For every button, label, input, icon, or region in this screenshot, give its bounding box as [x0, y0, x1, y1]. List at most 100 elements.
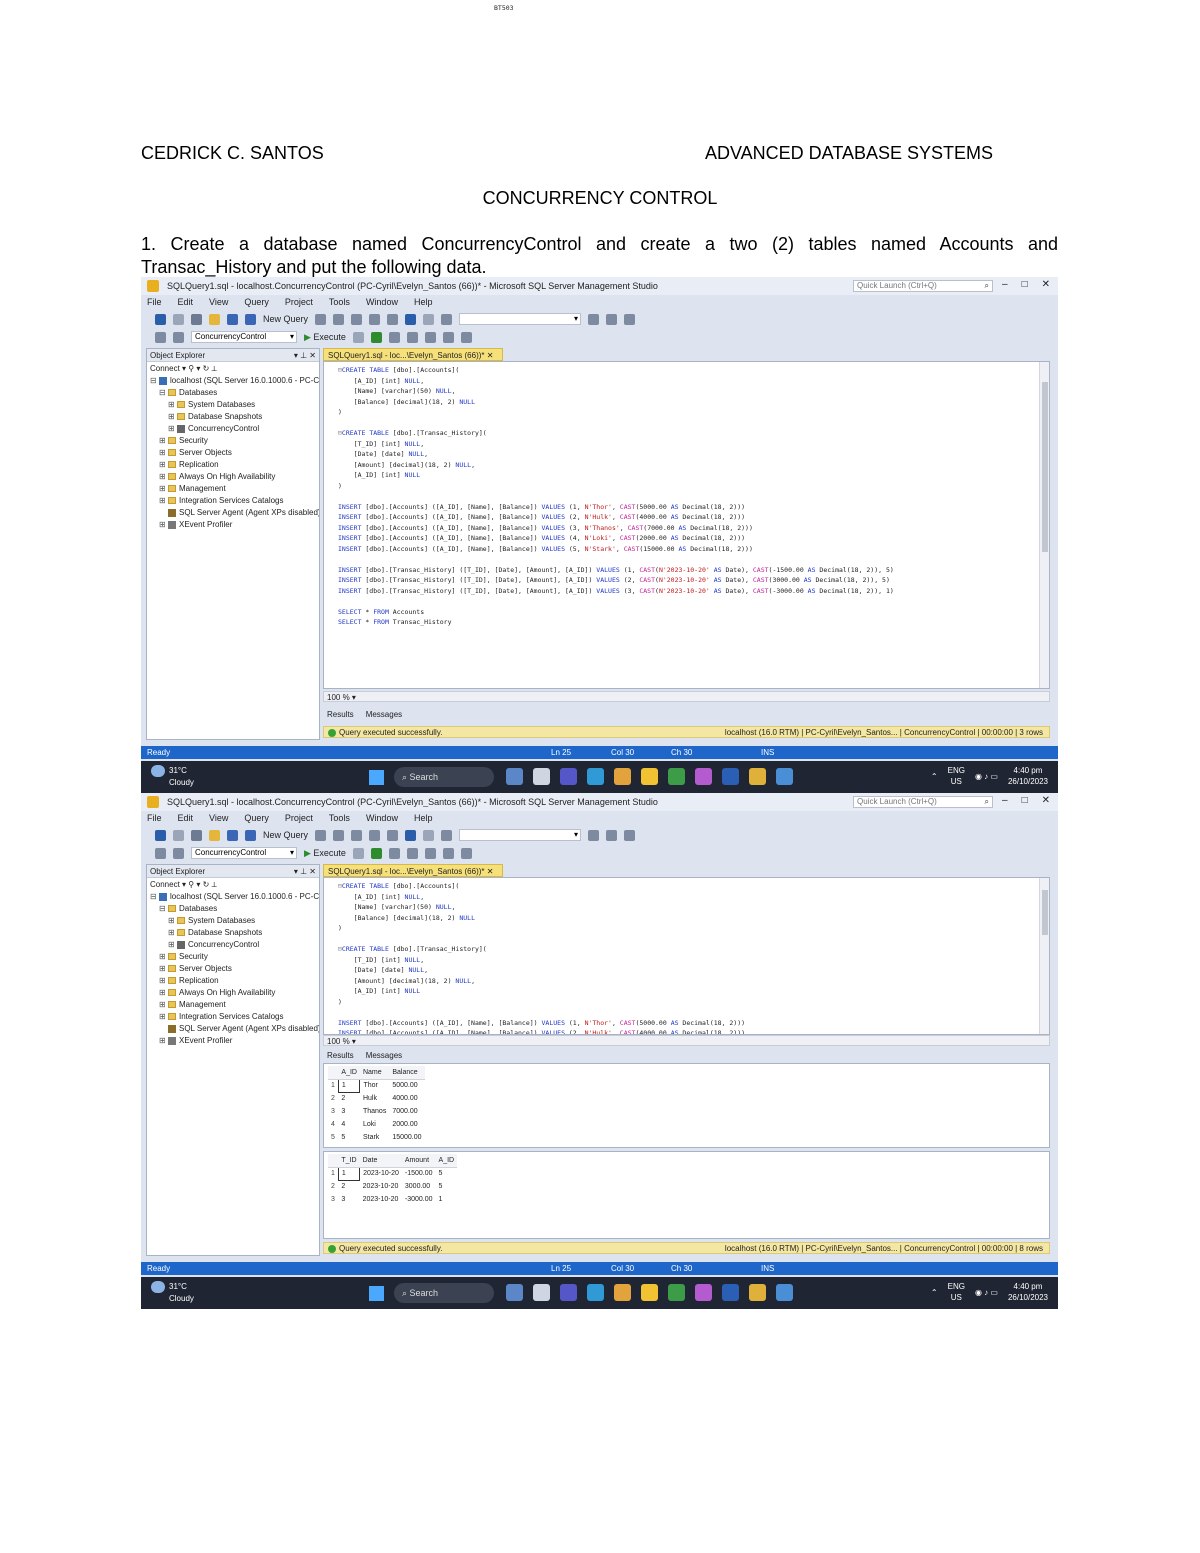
column-header[interactable]: Balance — [389, 1066, 425, 1080]
query-editor-tab[interactable]: SQLQuery1.sql - loc...\Evelyn_Santos (66… — [323, 864, 503, 877]
indent-icon[interactable] — [460, 847, 472, 859]
zoom-level[interactable]: 100 % ▾ — [323, 691, 1050, 702]
results-to-grid-icon[interactable] — [406, 331, 418, 343]
menu-project[interactable]: Project — [285, 297, 313, 307]
properties-icon[interactable] — [588, 829, 600, 841]
solution-config-select[interactable] — [459, 829, 582, 841]
save-all-icon[interactable] — [245, 313, 256, 325]
save-all-icon[interactable] — [245, 829, 256, 841]
table-row[interactable]: 2 2 Hulk 4000.00 — [328, 1092, 425, 1105]
menu-view[interactable]: View — [209, 297, 228, 307]
tree-node-server-objects[interactable]: ⊞ Server Objects — [150, 447, 319, 459]
table-row[interactable]: 5 5 Stark 15000.00 — [328, 1131, 425, 1144]
column-header[interactable]: Amount — [401, 1154, 436, 1168]
tree-node-integration-services[interactable]: ⊞ Integration Services Catalogs — [150, 495, 319, 507]
column-header[interactable]: T_ID — [338, 1154, 360, 1168]
tree-node-xevent-profiler[interactable]: ⊞ XEvent Profiler — [150, 519, 319, 531]
vs-icon[interactable] — [695, 768, 712, 785]
messages-tab[interactable]: Messages — [366, 710, 402, 719]
tree-node-sql-agent[interactable]: SQL Server Agent (Agent XPs disabled) — [150, 1023, 319, 1035]
close-button[interactable]: ✕ — [1042, 279, 1050, 290]
widgets-icon[interactable] — [533, 768, 550, 785]
cancel-query-icon[interactable] — [352, 847, 364, 859]
wifi-icon[interactable]: ◉ ♪ ▭ — [975, 772, 998, 781]
taskbar-search[interactable]: ⌕ Search — [394, 1283, 494, 1303]
save-icon[interactable] — [227, 313, 238, 325]
edge-icon[interactable] — [587, 768, 604, 785]
menu-project[interactable]: Project — [285, 813, 313, 823]
table-row[interactable]: 2 2 2023-10-20 3000.00 5 — [328, 1180, 457, 1193]
tray-arrow-icon[interactable]: ⌃ — [931, 772, 938, 781]
results-tab[interactable]: Results — [327, 1051, 354, 1060]
menu-help[interactable]: Help — [414, 297, 433, 307]
zoom-level[interactable]: 100 % ▾ — [323, 1035, 1050, 1046]
word-icon[interactable] — [722, 768, 739, 785]
minimize-button[interactable]: – — [1002, 795, 1008, 806]
redo-icon[interactable] — [423, 829, 435, 841]
tree-node-sql-agent[interactable]: SQL Server Agent (Agent XPs disabled) — [150, 507, 319, 519]
connect-dropdown[interactable]: Connect — [150, 880, 180, 889]
connect-icon[interactable] — [155, 331, 166, 343]
menu-file[interactable]: File — [147, 297, 162, 307]
maximize-button[interactable]: □ — [1022, 279, 1028, 290]
menu-help[interactable]: Help — [414, 813, 433, 823]
tree-node-server-objects[interactable]: ⊞ Server Objects — [150, 963, 319, 975]
menu-query[interactable]: Query — [244, 297, 269, 307]
open-file-icon[interactable] — [209, 829, 220, 841]
close-button[interactable]: ✕ — [1042, 795, 1050, 806]
editor-scrollbar[interactable] — [1039, 362, 1049, 688]
tree-node-replication[interactable]: ⊞ Replication — [150, 459, 319, 471]
results-tab[interactable]: Results — [327, 710, 354, 719]
results-to-text-icon[interactable] — [424, 331, 436, 343]
tree-node-database-snapshots[interactable]: ⊞ Database Snapshots — [150, 927, 319, 939]
tree-node-always-on[interactable]: ⊞ Always On High Availability — [150, 987, 319, 999]
change-connection-icon[interactable] — [173, 331, 184, 343]
properties-icon[interactable] — [588, 313, 600, 325]
history-results-grid[interactable]: T_ID Date Amount A_ID 1 1 2023-10-20 -1500.… — [323, 1151, 1050, 1239]
column-header[interactable]: A_ID — [435, 1154, 458, 1168]
parse-icon[interactable] — [370, 847, 382, 859]
tray-arrow-icon[interactable]: ⌃ — [931, 1288, 938, 1297]
chrome-icon[interactable] — [668, 1284, 685, 1301]
comment-icon[interactable] — [442, 331, 454, 343]
windows-start-icon[interactable] — [369, 1286, 384, 1301]
tree-node-database-snapshots[interactable]: ⊞ Database Snapshots — [150, 411, 319, 423]
language-indicator[interactable]: ENG US — [948, 1281, 965, 1303]
cut-icon[interactable] — [351, 829, 363, 841]
results-to-grid-icon[interactable] — [406, 847, 418, 859]
new-project-icon[interactable] — [191, 313, 202, 325]
wifi-icon[interactable]: ◉ ♪ ▭ — [975, 1288, 998, 1297]
teams-icon[interactable] — [560, 768, 577, 785]
ssms-icon[interactable] — [749, 768, 766, 785]
notepad-icon[interactable] — [776, 1284, 793, 1301]
new-query-button[interactable]: New Query — [263, 314, 308, 324]
store-icon[interactable] — [614, 1284, 631, 1301]
analysis-icon[interactable] — [333, 829, 345, 841]
tree-node-databases[interactable]: ⊟ Databases — [150, 387, 319, 399]
tree-node-integration-services[interactable]: ⊞ Integration Services Catalogs — [150, 1011, 319, 1023]
taskview-icon[interactable] — [506, 1284, 523, 1301]
store-icon[interactable] — [614, 768, 631, 785]
tree-node-server[interactable]: ⊟ localhost (SQL Server 16.0.1000.6 - PC-… — [150, 891, 319, 903]
display-plan-icon[interactable] — [388, 847, 400, 859]
menu-edit[interactable]: Edit — [178, 297, 194, 307]
tree-node-management[interactable]: ⊞ Management — [150, 483, 319, 495]
tree-node-concurrencycontrol[interactable]: ⊞ ConcurrencyControl — [150, 939, 319, 951]
menu-edit[interactable]: Edit — [178, 813, 194, 823]
accounts-results-grid[interactable]: A_ID Name Balance 1 1 Thor 5000.00 2 2 Hulk 40… — [323, 1063, 1050, 1148]
execute-button[interactable]: Execute — [304, 848, 346, 859]
connect-icon[interactable] — [155, 847, 166, 859]
pin-icon[interactable]: ▾ ⊥ ✕ — [294, 865, 316, 878]
results-to-text-icon[interactable] — [424, 847, 436, 859]
editor-scrollbar[interactable] — [1039, 878, 1049, 1034]
tree-node-databases[interactable]: ⊟ Databases — [150, 903, 319, 915]
query-editor[interactable]: ⊟CREATE TABLE [dbo].[Accounts]( [A_ID] [… — [323, 361, 1050, 689]
undo-icon[interactable] — [405, 313, 417, 325]
quick-launch-input[interactable]: Quick Launch (Ctrl+Q) ⌕ — [853, 796, 993, 808]
ssms-icon[interactable] — [749, 1284, 766, 1301]
menu-file[interactable]: File — [147, 813, 162, 823]
menu-query[interactable]: Query — [244, 813, 269, 823]
tree-node-always-on[interactable]: ⊞ Always On High Availability — [150, 471, 319, 483]
table-row[interactable]: 4 4 Loki 2000.00 — [328, 1118, 425, 1131]
connect-dropdown[interactable]: Connect — [150, 364, 180, 373]
